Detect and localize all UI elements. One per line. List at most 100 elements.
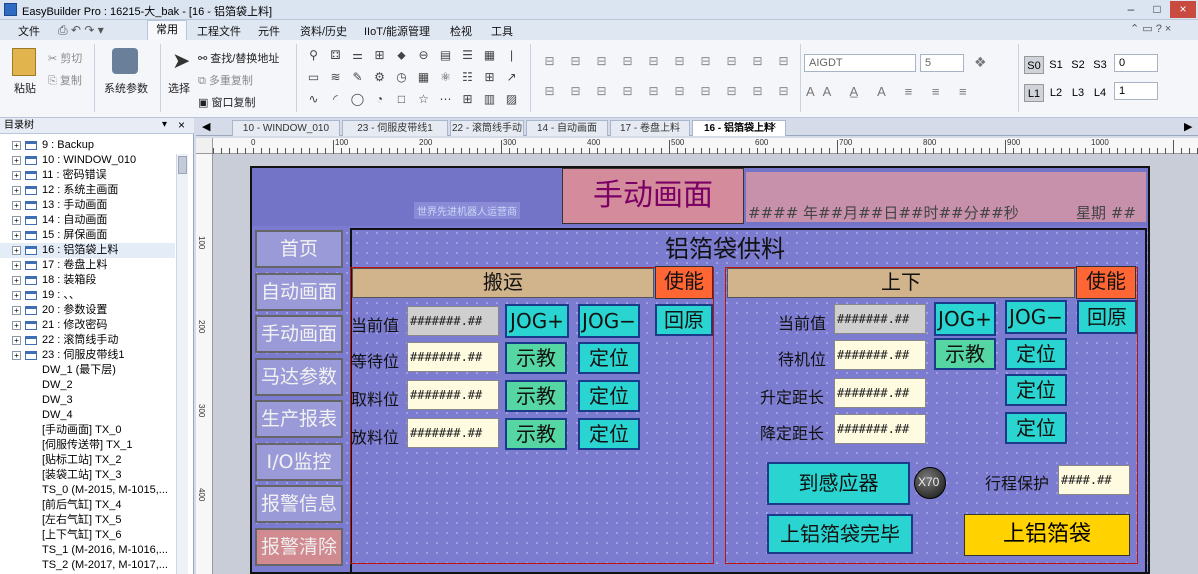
text-format-icons[interactable]: AA A̲ A ≡ ≡ ≡	[806, 84, 975, 99]
element-tool-icon[interactable]: ▭	[306, 70, 321, 85]
right-enable-button[interactable]: 使能	[1076, 266, 1136, 299]
paste-icon[interactable]	[12, 48, 36, 76]
tree-pin-icon[interactable]: ▾	[162, 119, 167, 130]
tree-subitem[interactable]: [前后气缸] TX_4	[0, 498, 175, 513]
element-tool-icon[interactable]: ⋯	[438, 92, 453, 107]
right-locate-button[interactable]: 定位	[1005, 412, 1067, 444]
element-tool-icon[interactable]: ◜	[328, 92, 343, 107]
element-tool-icon[interactable]: |	[504, 48, 519, 63]
element-tool-icon[interactable]: □	[394, 92, 409, 107]
level-button[interactable]: L2	[1046, 84, 1066, 102]
menu-common[interactable]: 常用	[147, 20, 187, 40]
tree-subitem[interactable]: [左右气缸] TX_5	[0, 513, 175, 528]
element-tool-icon[interactable]: ⊖	[416, 48, 431, 63]
element-tool-icon[interactable]: ⚲	[306, 48, 321, 63]
nav-button[interactable]: 自动画面	[255, 272, 343, 311]
select-button[interactable]: 选择	[168, 80, 190, 96]
tree-item[interactable]: +17 : 卷盘上料	[0, 258, 175, 273]
align-tool-icon[interactable]: ⊟	[620, 84, 635, 99]
level-button[interactable]: L4	[1090, 84, 1110, 102]
element-tool-icon[interactable]: ⚛	[438, 70, 453, 85]
tree-item[interactable]: +18 : 装箱段	[0, 273, 175, 288]
align-tool-icon[interactable]: ⊟	[568, 54, 583, 69]
right-row-value[interactable]: #######.##	[834, 340, 926, 370]
tree-subitem[interactable]: TS_2 (M-2017, M-1017,...	[0, 558, 175, 573]
left-locate-button[interactable]: 定位	[578, 342, 640, 374]
element-tool-icon[interactable]: ◔	[372, 92, 387, 107]
menu-file[interactable]: 文件	[18, 23, 40, 39]
nav-button[interactable]: 报警清除	[255, 527, 343, 566]
element-tool-icon[interactable]: ⚃	[328, 48, 343, 63]
menu-project[interactable]: 工程文件	[197, 23, 241, 39]
tab-close-icon[interactable]: ×	[770, 120, 776, 132]
element-tool-icon[interactable]: ☷	[460, 70, 475, 85]
align-tool-icon[interactable]: ⊟	[542, 84, 557, 99]
element-tool-icon[interactable]: ◯	[350, 92, 365, 107]
tree-item[interactable]: +10 : WINDOW_010	[0, 153, 175, 168]
tree-item[interactable]: +9 : Backup	[0, 138, 175, 153]
tree-expand-icon[interactable]: +	[12, 201, 21, 210]
load-bag-button[interactable]: 上铝箔袋	[964, 514, 1130, 556]
tree-subitem[interactable]: DW_3	[0, 393, 175, 408]
tree-subitem[interactable]: [手动画面] TX_0	[0, 423, 175, 438]
element-tool-icon[interactable]: ≋	[328, 70, 343, 85]
doc-tab[interactable]: 22 - 滚筒线手动	[450, 120, 524, 136]
tree-item[interactable]: +12 : 系统主画面	[0, 183, 175, 198]
align-tool-icon[interactable]: ⊟	[568, 84, 583, 99]
travel-protect-input[interactable]: ####.##	[1058, 465, 1130, 495]
right-locate-button[interactable]: 定位	[1005, 338, 1067, 370]
tree-expand-icon[interactable]: +	[12, 156, 21, 165]
tree-subitem[interactable]: [伺服传送带] TX_1	[0, 438, 175, 453]
nav-button[interactable]: 生产报表	[255, 400, 343, 438]
element-tool-icon[interactable]: ◷	[394, 70, 409, 85]
left-jog-plus-button[interactable]: JOG+	[505, 304, 569, 338]
align-tool-icon[interactable]: ⊟	[620, 54, 635, 69]
tree-expand-icon[interactable]: +	[12, 351, 21, 360]
align-tool-icon[interactable]: ⊟	[646, 54, 661, 69]
tree-item[interactable]: +23 : 伺服皮带线1	[0, 348, 175, 363]
menu-check[interactable]: 检视	[450, 23, 472, 39]
nav-button[interactable]: 首页	[255, 230, 343, 268]
tree-close-icon[interactable]: ×	[178, 118, 185, 132]
element-tool-icon[interactable]: ▦	[482, 48, 497, 63]
element-tool-icon[interactable]: ☆	[416, 92, 431, 107]
doc-tab[interactable]: 23 - 伺服皮带线1	[342, 120, 448, 136]
tree-expand-icon[interactable]: +	[12, 231, 21, 240]
state-button[interactable]: S0	[1024, 56, 1044, 74]
font-select[interactable]: AIGDT	[804, 54, 916, 72]
to-sensor-button[interactable]: 到感应器	[767, 462, 910, 505]
left-row-value[interactable]: #######.##	[407, 418, 499, 448]
element-tool-icon[interactable]: ∿	[306, 92, 321, 107]
left-teach-button[interactable]: 示教	[505, 380, 567, 412]
tree-subitem[interactable]: [贴标工站] TX_2	[0, 453, 175, 468]
tab-scroll-left-icon[interactable]: ◀	[202, 120, 210, 133]
level-input[interactable]: 1	[1114, 82, 1158, 100]
align-tool-icon[interactable]: ⊟	[542, 54, 557, 69]
tree-expand-icon[interactable]: +	[12, 291, 21, 300]
menu-element[interactable]: 元件	[258, 23, 280, 39]
tree-expand-icon[interactable]: +	[12, 321, 21, 330]
tree-expand-icon[interactable]: +	[12, 276, 21, 285]
element-tool-icon[interactable]: ⊞	[460, 92, 475, 107]
nav-button[interactable]: 报警信息	[255, 485, 343, 523]
close-button[interactable]: ×	[1170, 1, 1196, 18]
align-tool-icon[interactable]: ⊟	[776, 84, 791, 99]
tree-subitem[interactable]: DW_4	[0, 408, 175, 423]
tree-item[interactable]: +20 : 参数设置	[0, 303, 175, 318]
tree-item[interactable]: +11 : 密码错误	[0, 168, 175, 183]
element-tool-icon[interactable]: ▥	[482, 92, 497, 107]
tree-subitem[interactable]: DW_1 (最下层)	[0, 363, 175, 378]
element-tool-icon[interactable]: ☰	[460, 48, 475, 63]
align-tool-icon[interactable]: ⊟	[594, 54, 609, 69]
find-replace-button[interactable]: ⚯ 查找/替换地址	[198, 50, 279, 66]
left-locate-button[interactable]: 定位	[578, 418, 640, 450]
right-row-value[interactable]: #######.##	[834, 378, 926, 408]
element-tool-icon[interactable]: ▤	[438, 48, 453, 63]
tree-expand-icon[interactable]: +	[12, 141, 21, 150]
element-tool-icon[interactable]: ⊞	[482, 70, 497, 85]
element-tool-icon[interactable]: ⊞	[372, 48, 387, 63]
tree-scrollbar[interactable]	[176, 154, 188, 574]
tree-subitem[interactable]: TS_0 (M-2015, M-1015,...	[0, 483, 175, 498]
window-copy-button[interactable]: ▣ 窗口复制	[198, 94, 255, 110]
align-tool-icon[interactable]: ⊟	[594, 84, 609, 99]
